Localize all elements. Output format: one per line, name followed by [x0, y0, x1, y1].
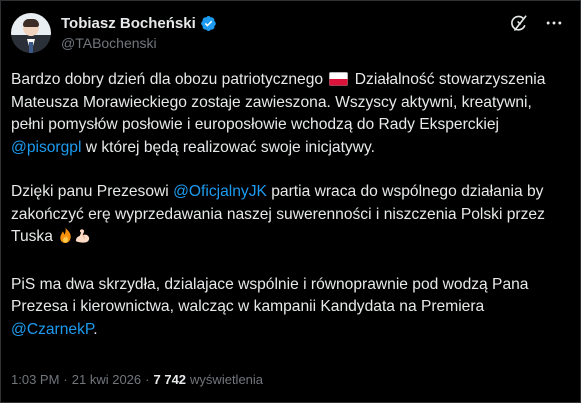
tweet-paragraph-2: Dzięki panu Prezesowi @OficjalnyJK parti…: [11, 181, 563, 252]
author-display-name[interactable]: Tobiasz Bocheński: [61, 14, 196, 34]
tweet-date[interactable]: 21 kwi 2026: [72, 372, 141, 387]
flexed-biceps-emoji-icon: [74, 227, 91, 252]
views-label: wyświetlenia: [190, 372, 264, 387]
author-name-row: Tobiasz Bocheński: [61, 14, 217, 34]
text-segment: w której będą realizować swoje inicjatyw…: [81, 138, 375, 156]
author-handle[interactable]: @TABochenski: [61, 34, 217, 53]
tweet-text: Bardzo dobry dzień dla obozu patriotyczn…: [11, 69, 569, 341]
verified-badge-icon[interactable]: [200, 15, 217, 32]
author-identity: Tobiasz Bocheński @TABochenski: [61, 14, 217, 53]
text-segment: Dzięki panu Prezesowi: [11, 183, 174, 200]
tweet-paragraph-3: PiS ma dwa skrzydła, dzialajace wspólnie…: [11, 274, 563, 342]
flag-poland-icon: [329, 72, 349, 86]
mention-link[interactable]: @CzarnekP: [11, 321, 93, 338]
tweet-meta: 1:03 PM · 21 kwi 2026 · 7 742 wyświetlen…: [11, 372, 263, 387]
more-icon[interactable]: [544, 13, 564, 33]
text-segment: PiS ma dwa skrzydła, dzialajace wspólnie…: [11, 275, 529, 316]
tweet-card: Tobiasz Bocheński @TABochenski Bardzo do…: [0, 0, 581, 403]
mention-link[interactable]: @pisorgpl: [11, 139, 81, 156]
avatar[interactable]: [11, 13, 51, 53]
grok-icon[interactable]: [508, 13, 528, 33]
tweet-paragraph-1: Bardzo dobry dzień dla obozu patriotyczn…: [11, 69, 563, 159]
views-count[interactable]: 7 742: [154, 372, 187, 387]
tweet-header: Tobiasz Bocheński @TABochenski: [11, 11, 569, 55]
text-segment: .: [93, 320, 98, 338]
meta-separator: ·: [63, 372, 68, 387]
fire-emoji-icon: [57, 227, 74, 252]
text-segment: Bardzo dobry dzień dla obozu patriotyczn…: [11, 71, 324, 88]
mention-link[interactable]: @OficjalnyJK: [173, 183, 267, 200]
tweet-time[interactable]: 1:03 PM: [11, 372, 59, 387]
header-actions: [508, 13, 564, 33]
meta-separator: ·: [145, 372, 150, 387]
